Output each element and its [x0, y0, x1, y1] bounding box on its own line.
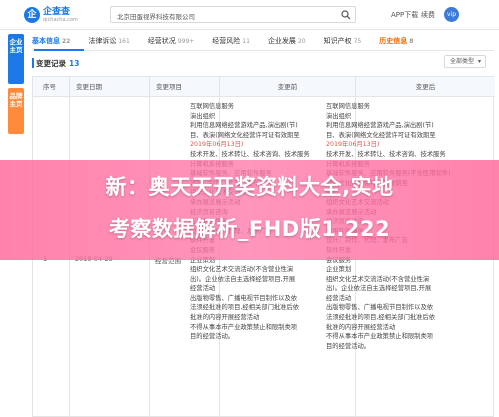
header-date: 变更日期 [69, 77, 149, 97]
app-download-link[interactable]: APP下载 [391, 10, 418, 20]
content-line: 法须经批准的项目,经相关部门批准后依 [326, 314, 436, 322]
content-line: 利用信息网络经营游戏产品,演出剧(节) [190, 122, 298, 130]
header-after: 变更后 [355, 77, 495, 97]
content-line: 组织文化艺术交流活动(不含营业性演 [326, 275, 430, 283]
search-value: 北京田蛋视界科技有限公司 [117, 13, 195, 21]
content-line: 组织文化艺术交流活动(不含营业性演 [190, 266, 294, 274]
top-bar: 企 企查查 qichacha.com 北京田蛋视界科技有限公司 APP下载 续费… [0, 0, 499, 30]
section-count: 13 [69, 59, 80, 68]
avatar[interactable]: vip [444, 7, 459, 22]
content-line: 企业策划 [326, 266, 352, 274]
logo-icon: 企 [24, 7, 40, 23]
tab-count: 8 [409, 38, 414, 45]
content-line: 目的经营活动。 [190, 333, 235, 341]
tab-label: 法律诉讼 [88, 37, 117, 45]
tab-bar: 基本信息 22 法律诉讼 161 经营状况 999+ 经营风险 11 企业发展 20 知识… [32, 34, 494, 50]
tab-operations[interactable]: 经营状况 999+ [148, 34, 194, 50]
tab-label: 企业发展 [267, 37, 296, 45]
content-line: 经营活动 [190, 285, 216, 293]
tab-count: 999+ [177, 38, 195, 45]
content-line: 技术开发、技术转让、技术咨询、技术服务 [326, 150, 446, 158]
content-line: 法须经批准的项目,经相关部门批准后依 [190, 304, 300, 312]
banner-line-1: 新：奥天天开奖资料大全,实地 [105, 175, 394, 199]
tab-ip[interactable]: 知识产权 75 [324, 34, 362, 50]
tab-label: 经营状况 [147, 37, 176, 45]
search-icon[interactable] [341, 10, 351, 20]
content-line: 出版物零售、广播电视节目制作以及依 [326, 304, 434, 312]
content-line: 批准的内容开展经营活动 [190, 314, 260, 322]
company-home-tab[interactable]: 企业主页 [8, 34, 24, 84]
page: 企 企查查 qichacha.com 北京田蛋视界科技有限公司 APP下载 续费… [0, 0, 499, 417]
content-line: 不得从事本市产业政策禁止和限制类项 [326, 333, 434, 341]
brand-home-label: 品牌主页 [9, 92, 23, 108]
content-line: 出版物零售、广播电视节目制作以及依 [190, 294, 298, 302]
active-tab-indicator [34, 49, 84, 51]
tab-divider [32, 50, 494, 51]
chevron-down-icon: ▾ [477, 58, 481, 65]
tab-history[interactable]: 历史信息 8 [379, 34, 413, 50]
content-line: 出)。企业依法自主选择经营项目,开展 [326, 285, 432, 293]
content-line: 利用信息网络经营游戏产品,演出剧(节) [326, 122, 434, 130]
content-line: 演出组织 [326, 112, 352, 120]
company-home-label: 企业主页 [9, 38, 23, 54]
tab-legal[interactable]: 法律诉讼 161 [88, 34, 129, 50]
tab-count: 22 [62, 38, 71, 45]
type-filter-select[interactable]: 全部类型 ▾ [444, 55, 486, 68]
tab-count: 161 [118, 38, 130, 45]
content-line: 目的经营活动。 [326, 342, 371, 350]
tab-label: 基本信息 [32, 37, 60, 45]
filter-label: 全部类型 [450, 58, 475, 65]
content-line: 技术开发、技术转让、技术咨询、技术服务 [190, 150, 310, 158]
section-marker [32, 58, 34, 68]
banner-line-2: 考察数据解析_FHD版1.222 [108, 217, 391, 241]
tab-count: 11 [242, 38, 250, 45]
content-line: 批准的内容开展经营活动 [326, 323, 396, 331]
logo-text: 企查查 qichacha.com [43, 7, 78, 23]
logo-url: qichacha.com [43, 17, 78, 23]
renew-link[interactable]: 续费 [421, 10, 435, 20]
content-line: 不得从事本市产业政策禁止和限制类项 [190, 323, 298, 331]
content-line: 2019年06月13日) [326, 141, 380, 149]
content-line: 经营活动 [326, 294, 352, 302]
logo-name: 企查查 [43, 7, 71, 17]
header-before: 变更前 [219, 77, 355, 97]
content-line: 2019年06月13日) [190, 141, 244, 149]
content-line: 目、表演(网络文化经营许可证有效期至 [190, 131, 300, 139]
search-input[interactable]: 北京田蛋视界科技有限公司 [110, 6, 356, 23]
header-index: 序号 [33, 77, 69, 97]
tab-label: 经营风险 [212, 37, 241, 45]
tab-label: 历史信息 [379, 37, 408, 45]
content-line: 互联网信息服务 [190, 103, 235, 110]
section-title: 变更记录 13 [36, 58, 79, 69]
content-line: 目、表演(网络文化经营许可证有效期至 [326, 131, 436, 139]
content-line: 演出组织 [190, 112, 216, 120]
logo[interactable]: 企 企查查 qichacha.com [24, 7, 78, 23]
header-item: 变更项目 [149, 77, 219, 97]
tab-count: 75 [353, 38, 362, 45]
tab-count: 20 [297, 38, 306, 45]
content-line: 互联网信息服务 [326, 103, 371, 110]
tab-risk[interactable]: 经营风险 11 [212, 34, 250, 50]
tab-label: 知识产权 [323, 37, 352, 45]
brand-home-tab[interactable]: 品牌主页 [8, 88, 24, 134]
side-rail: 企业主页 品牌主页 [8, 34, 24, 144]
section-title-label: 变更记录 [36, 59, 66, 68]
tab-development[interactable]: 企业发展 20 [268, 34, 306, 50]
tab-basic-info[interactable]: 基本信息 22 [32, 34, 70, 50]
content-line: 出)。企业依法自主选择经营项目,开展 [190, 275, 296, 283]
